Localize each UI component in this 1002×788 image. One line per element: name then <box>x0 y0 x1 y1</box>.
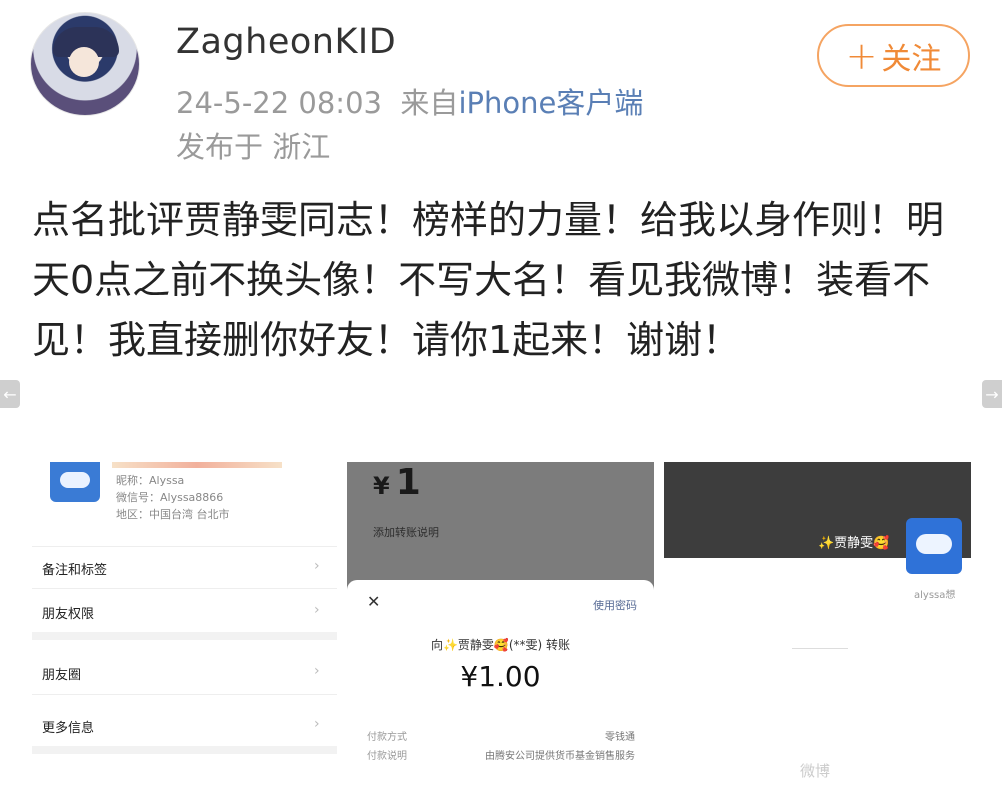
follow-button[interactable]: + 关注 <box>817 24 970 87</box>
pay-method-value: 零钱通 <box>605 732 635 743</box>
chevron-right-icon: › <box>314 716 320 732</box>
left-arrow-icon[interactable]: ← <box>0 380 20 408</box>
currency-symbol: ¥ <box>373 472 390 500</box>
transfer-amount: ¥1.00 <box>460 660 541 693</box>
avatar-face <box>69 47 99 77</box>
pay-note-label: 付款说明 <box>367 751 407 760</box>
from-label: 来自 <box>400 86 459 120</box>
user-avatar[interactable] <box>30 12 140 116</box>
moments-avatar <box>906 518 962 574</box>
transfer-recipient: 向✨贾静雯🥰(**雯) 转账 <box>430 638 571 652</box>
post-image-profile[interactable]: 昵称：Alyssa 微信号：Alyssa8866 地区：中国台湾 台北市 备注和… <box>32 462 337 760</box>
divider <box>32 588 337 589</box>
contact-nickname: 昵称：Alyssa <box>116 474 185 487</box>
moments-username: alyssa想 <box>914 590 956 601</box>
contact-avatar <box>50 462 100 502</box>
row-moments: 朋友圈 <box>42 668 82 683</box>
chevron-right-icon: › <box>314 602 320 618</box>
add-transfer-note: 添加转账说明 <box>373 526 439 539</box>
follow-label: 关注 <box>881 41 942 77</box>
cropped-name-strip <box>112 462 282 468</box>
chevron-right-icon: › <box>314 558 320 574</box>
watermark: 微博 <box>800 762 831 780</box>
row-more-info: 更多信息 <box>42 721 95 736</box>
contact-region: 地区：中国台湾 台北市 <box>116 508 230 521</box>
moments-display-name: ✨贾静雯🥰 <box>818 536 890 551</box>
pay-note-value: 由腾安公司提供货币基金销售服务 <box>485 751 635 760</box>
top-amount-value: 1 <box>395 462 421 503</box>
contact-wechat-id: 微信号：Alyssa8866 <box>116 491 224 504</box>
username[interactable]: ZagheonKID <box>176 22 396 62</box>
section-gap <box>32 632 337 640</box>
post-time: 24-5-22 08:03 <box>176 86 382 120</box>
post-image-moments[interactable]: ✨贾静雯🥰 alyssa想 <box>664 462 971 760</box>
payment-sheet: ✕ 使用密码 向✨贾静雯🥰(**雯) 转账 ¥1.00 付款方式 零钱通 付款说… <box>347 580 654 760</box>
right-arrow-icon[interactable]: → <box>982 380 1002 408</box>
post-meta: 24-5-22 08:03 来自iPhone客户端 <box>176 80 643 122</box>
plus-icon: + <box>845 33 878 78</box>
transfer-top-amount: ¥1 <box>373 462 421 503</box>
contact-info: 昵称：Alyssa 微信号：Alyssa8866 地区：中国台湾 台北市 <box>116 472 230 523</box>
close-icon: ✕ <box>367 592 381 611</box>
row-friend-permissions: 朋友权限 <box>42 607 95 622</box>
post-location: 发布于 浙江 <box>176 130 331 164</box>
post-image-transfer[interactable]: ¥1 添加转账说明 ✕ 使用密码 向✨贾静雯🥰(**雯) 转账 ¥1.00 付款… <box>347 462 654 760</box>
client-link[interactable]: iPhone客户端 <box>458 86 643 120</box>
row-remark-tags: 备注和标签 <box>42 563 108 578</box>
chevron-right-icon: › <box>314 663 320 679</box>
pay-method-label: 付款方式 <box>367 732 407 743</box>
section-gap <box>32 746 337 754</box>
divider <box>792 648 848 649</box>
post-text: 点名批评贾静雯同志！榜样的力量！给我以身作则！明天0点之前不换头像！不写大名！看… <box>32 198 945 362</box>
use-password-link: 使用密码 <box>593 599 637 612</box>
divider <box>32 694 337 695</box>
divider <box>32 546 337 547</box>
